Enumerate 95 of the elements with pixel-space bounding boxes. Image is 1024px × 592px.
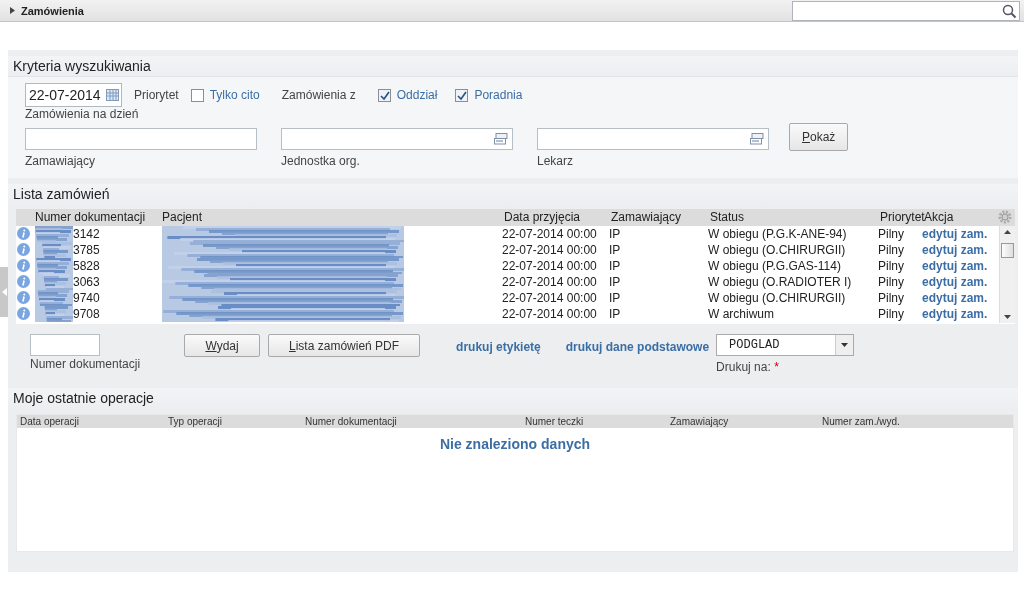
column-header[interactable]: Numer dokumentacji: [35, 209, 160, 226]
table-cell: 9708: [73, 306, 100, 322]
column-header[interactable]: Numer teczki: [525, 415, 670, 428]
checkbox-label[interactable]: Poradnia: [474, 88, 523, 102]
column-header[interactable]: Data przyjęcia: [502, 209, 609, 226]
scroll-down-icon[interactable]: [1004, 315, 1011, 319]
table-cell: 3063: [73, 274, 100, 290]
dropdown-arrow-icon[interactable]: [841, 343, 849, 347]
scroll-thumb[interactable]: [1001, 243, 1014, 258]
info-icon[interactable]: [17, 227, 30, 240]
printer-dropdown[interactable]: PODGLAD: [716, 334, 855, 356]
field-label: Priorytet: [134, 88, 179, 102]
table-cell-text: Pilny: [878, 226, 905, 242]
column-header[interactable]: Zamawiający: [670, 415, 822, 428]
table-cell-text: Pilny: [878, 258, 905, 274]
settings-icon[interactable]: [998, 210, 1012, 224]
panel-title: Moje ostatnie operacje: [8, 388, 1018, 408]
input-field[interactable]: [281, 128, 513, 150]
table-cell-text: IP: [609, 274, 622, 290]
picker-icon[interactable]: [750, 133, 764, 145]
field-label: Jednostka org.: [281, 154, 361, 168]
table-cell-text: Pilny: [878, 306, 905, 322]
empty-message: Nie znaleziono danych: [439, 436, 591, 452]
checkbox[interactable]: [190, 88, 204, 102]
table-cell-text: W archiwum: [708, 306, 775, 322]
info-icon[interactable]: [17, 275, 30, 288]
edit-link[interactable]: edytuj zam.: [922, 258, 994, 274]
table-cell-text: Pilny: [878, 290, 905, 306]
edit-link[interactable]: edytuj zam.: [922, 290, 994, 306]
table-cell: 9740: [73, 290, 100, 306]
field-label: Lekarz: [537, 154, 575, 168]
table-cell-text: Pilny: [878, 274, 905, 290]
date-field[interactable]: 22-07-2014: [25, 83, 122, 107]
field-label: Zamówienia na dzień: [25, 107, 140, 121]
checkbox[interactable]: [455, 88, 469, 102]
table-cell-text: 22-07-2014 00:00: [502, 290, 598, 306]
column-header[interactable]: Status: [708, 209, 878, 226]
field-label: Numer dokumentacji: [30, 357, 141, 371]
pdf-list-button[interactable]: Lista zamówień PDF: [268, 334, 421, 357]
table-cell-text: IP: [609, 306, 622, 322]
table-cell-text: W obiegu (O.CHIRURGII): [708, 290, 847, 306]
column-header[interactable]: Data operacji: [20, 415, 168, 428]
checkbox-label[interactable]: Tylko cito: [209, 88, 260, 102]
table-cell-text: Pilny: [878, 242, 905, 258]
input-field[interactable]: [537, 128, 769, 150]
column-header[interactable]: Numer zam./wyd.: [822, 415, 1012, 428]
search-field[interactable]: [792, 0, 1020, 21]
info-icon[interactable]: [17, 307, 30, 320]
field-label: Drukuj na: *: [716, 360, 780, 374]
table-cell-text: W obiegu (P.G.K-ANE-94): [708, 226, 848, 242]
table-cell: 3785: [73, 242, 100, 258]
info-icon[interactable]: [17, 243, 30, 256]
table-cell-text: 22-07-2014 00:00: [502, 258, 598, 274]
table-cell-text: W obiegu (O.RADIOTER I): [708, 274, 853, 290]
table-cell-text: IP: [609, 226, 622, 242]
table-cell-text: IP: [609, 258, 622, 274]
picker-icon[interactable]: [494, 133, 508, 145]
input-field[interactable]: [25, 128, 257, 150]
edit-link[interactable]: edytuj zam.: [922, 226, 994, 242]
expand-arrow-icon[interactable]: [10, 7, 15, 14]
table-cell: 3142: [73, 226, 100, 242]
table-cell-text: IP: [609, 290, 622, 306]
field-label: Zamawiający: [25, 154, 97, 168]
input-field[interactable]: [30, 334, 100, 356]
checkbox-label[interactable]: Oddział: [396, 88, 438, 102]
table-cell-text: IP: [609, 242, 622, 258]
edit-link[interactable]: edytuj zam.: [922, 274, 994, 290]
table-cell-text: 22-07-2014 00:00: [502, 226, 598, 242]
scrollbar[interactable]: [999, 226, 1015, 323]
issue-button[interactable]: Wydaj: [184, 334, 261, 357]
print-data-link[interactable]: drukuj dane podstawowe: [565, 340, 710, 354]
search-icon[interactable]: [1002, 3, 1017, 19]
print-label-link[interactable]: drukuj etykietę: [456, 340, 541, 354]
edit-link[interactable]: edytuj zam.: [922, 242, 994, 258]
column-header[interactable]: Zamawiający: [609, 209, 708, 226]
scroll-up-icon[interactable]: [1004, 230, 1011, 234]
info-icon[interactable]: [17, 291, 30, 304]
checkbox[interactable]: [377, 88, 391, 102]
column-header[interactable]: Pacjent: [160, 209, 502, 226]
field-label: Zamówienia z: [281, 88, 356, 102]
show-button[interactable]: Pokaż: [789, 123, 849, 151]
edit-link[interactable]: edytuj zam.: [922, 306, 994, 322]
column-header[interactable]: Numer dokumentacji: [305, 415, 525, 428]
info-icon[interactable]: [17, 259, 30, 272]
table-cell-text: 22-07-2014 00:00: [502, 242, 598, 258]
table-cell-text: W obiegu (P.G.GAS-114): [708, 258, 842, 274]
page-title: Zamówienia: [21, 4, 85, 17]
table-cell-text: W obiegu (O.CHIRURGII): [708, 242, 847, 258]
panel-title: Kryteria wyszukiwania: [8, 56, 1018, 76]
column-header[interactable]: Typ operacji: [168, 415, 305, 428]
calendar-icon[interactable]: [106, 89, 119, 101]
table-cell-text: 22-07-2014 00:00: [502, 306, 598, 322]
table-cell: 5828: [73, 258, 100, 274]
collapse-handle[interactable]: [0, 267, 8, 317]
table-cell-text: 22-07-2014 00:00: [502, 274, 598, 290]
